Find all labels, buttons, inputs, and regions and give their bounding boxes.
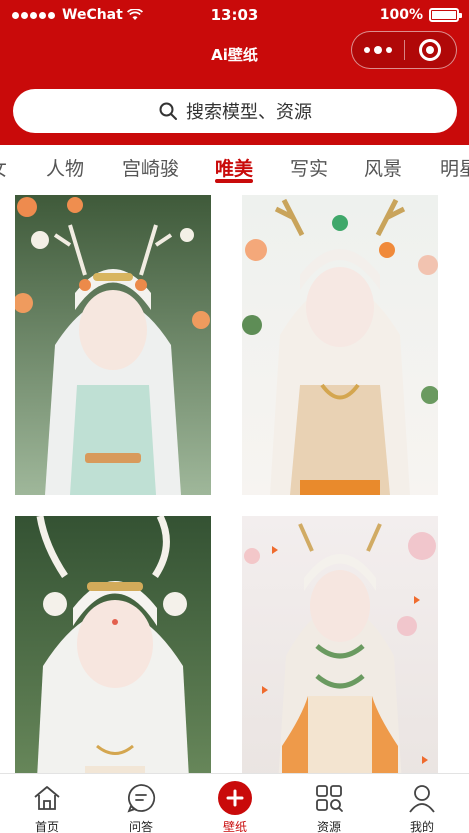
wallpaper-image [242, 195, 438, 495]
more-menu-button[interactable] [352, 32, 404, 68]
tab-wallpaper[interactable]: 壁纸 [188, 774, 282, 833]
battery-icon [429, 8, 462, 22]
wallpaper-card[interactable] [15, 195, 211, 495]
tab-scenery[interactable]: 风景 [364, 154, 402, 181]
bottom-tab-bar: 首页 问答 壁纸 资源 我的 [0, 773, 469, 833]
tab-qa-label: 问答 [128, 820, 153, 833]
tab-home-label: 首页 [34, 820, 59, 833]
tab-resources-label: 资源 [316, 820, 341, 833]
wallpaper-image [242, 516, 438, 773]
miniprogram-capsule [351, 31, 457, 69]
tab-women[interactable]: 女 [0, 154, 7, 181]
tab-miyazaki[interactable]: 宫崎骏 [122, 154, 179, 181]
status-bar: WeChat 13:03 100% [0, 0, 469, 32]
tab-mine-label: 我的 [409, 820, 434, 833]
search-input[interactable]: 搜索模型、资源 [13, 89, 457, 133]
plus-icon [218, 781, 252, 815]
tab-people[interactable]: 人物 [46, 154, 84, 181]
user-icon [409, 785, 435, 813]
search-icon [159, 102, 177, 120]
wallpaper-grid [0, 193, 469, 773]
tab-resources[interactable]: 资源 [282, 774, 376, 833]
tab-qa[interactable]: 问答 [94, 774, 188, 833]
close-target-icon [419, 39, 442, 61]
close-miniprogram-button[interactable] [405, 32, 457, 68]
wallpaper-card[interactable] [242, 516, 438, 773]
tab-home[interactable]: 首页 [0, 774, 94, 833]
top-header: WeChat 13:03 100% Ai壁纸 搜索模型、资源 [0, 0, 469, 145]
active-tab-indicator [215, 179, 253, 183]
category-tabs: 女 人物 宫崎骏 唯美 写实 风景 明星 [0, 145, 469, 191]
tab-aesthetic[interactable]: 唯美 [215, 154, 253, 181]
wallpaper-image [15, 195, 211, 495]
wallpaper-card[interactable] [15, 516, 211, 773]
tab-celebrity[interactable]: 明星 [440, 154, 469, 181]
wallpaper-card[interactable] [242, 195, 438, 495]
home-icon [34, 786, 60, 810]
chat-icon [127, 784, 156, 813]
tab-mine[interactable]: 我的 [375, 774, 469, 833]
search-placeholder: 搜索模型、资源 [186, 102, 312, 123]
grid-search-icon [316, 785, 343, 812]
tab-wallpaper-label: 壁纸 [222, 820, 247, 833]
tab-realistic[interactable]: 写实 [290, 154, 328, 181]
wallpaper-image [15, 516, 211, 773]
battery-indicator: 100% [379, 7, 462, 23]
battery-label: 100% [379, 7, 423, 23]
